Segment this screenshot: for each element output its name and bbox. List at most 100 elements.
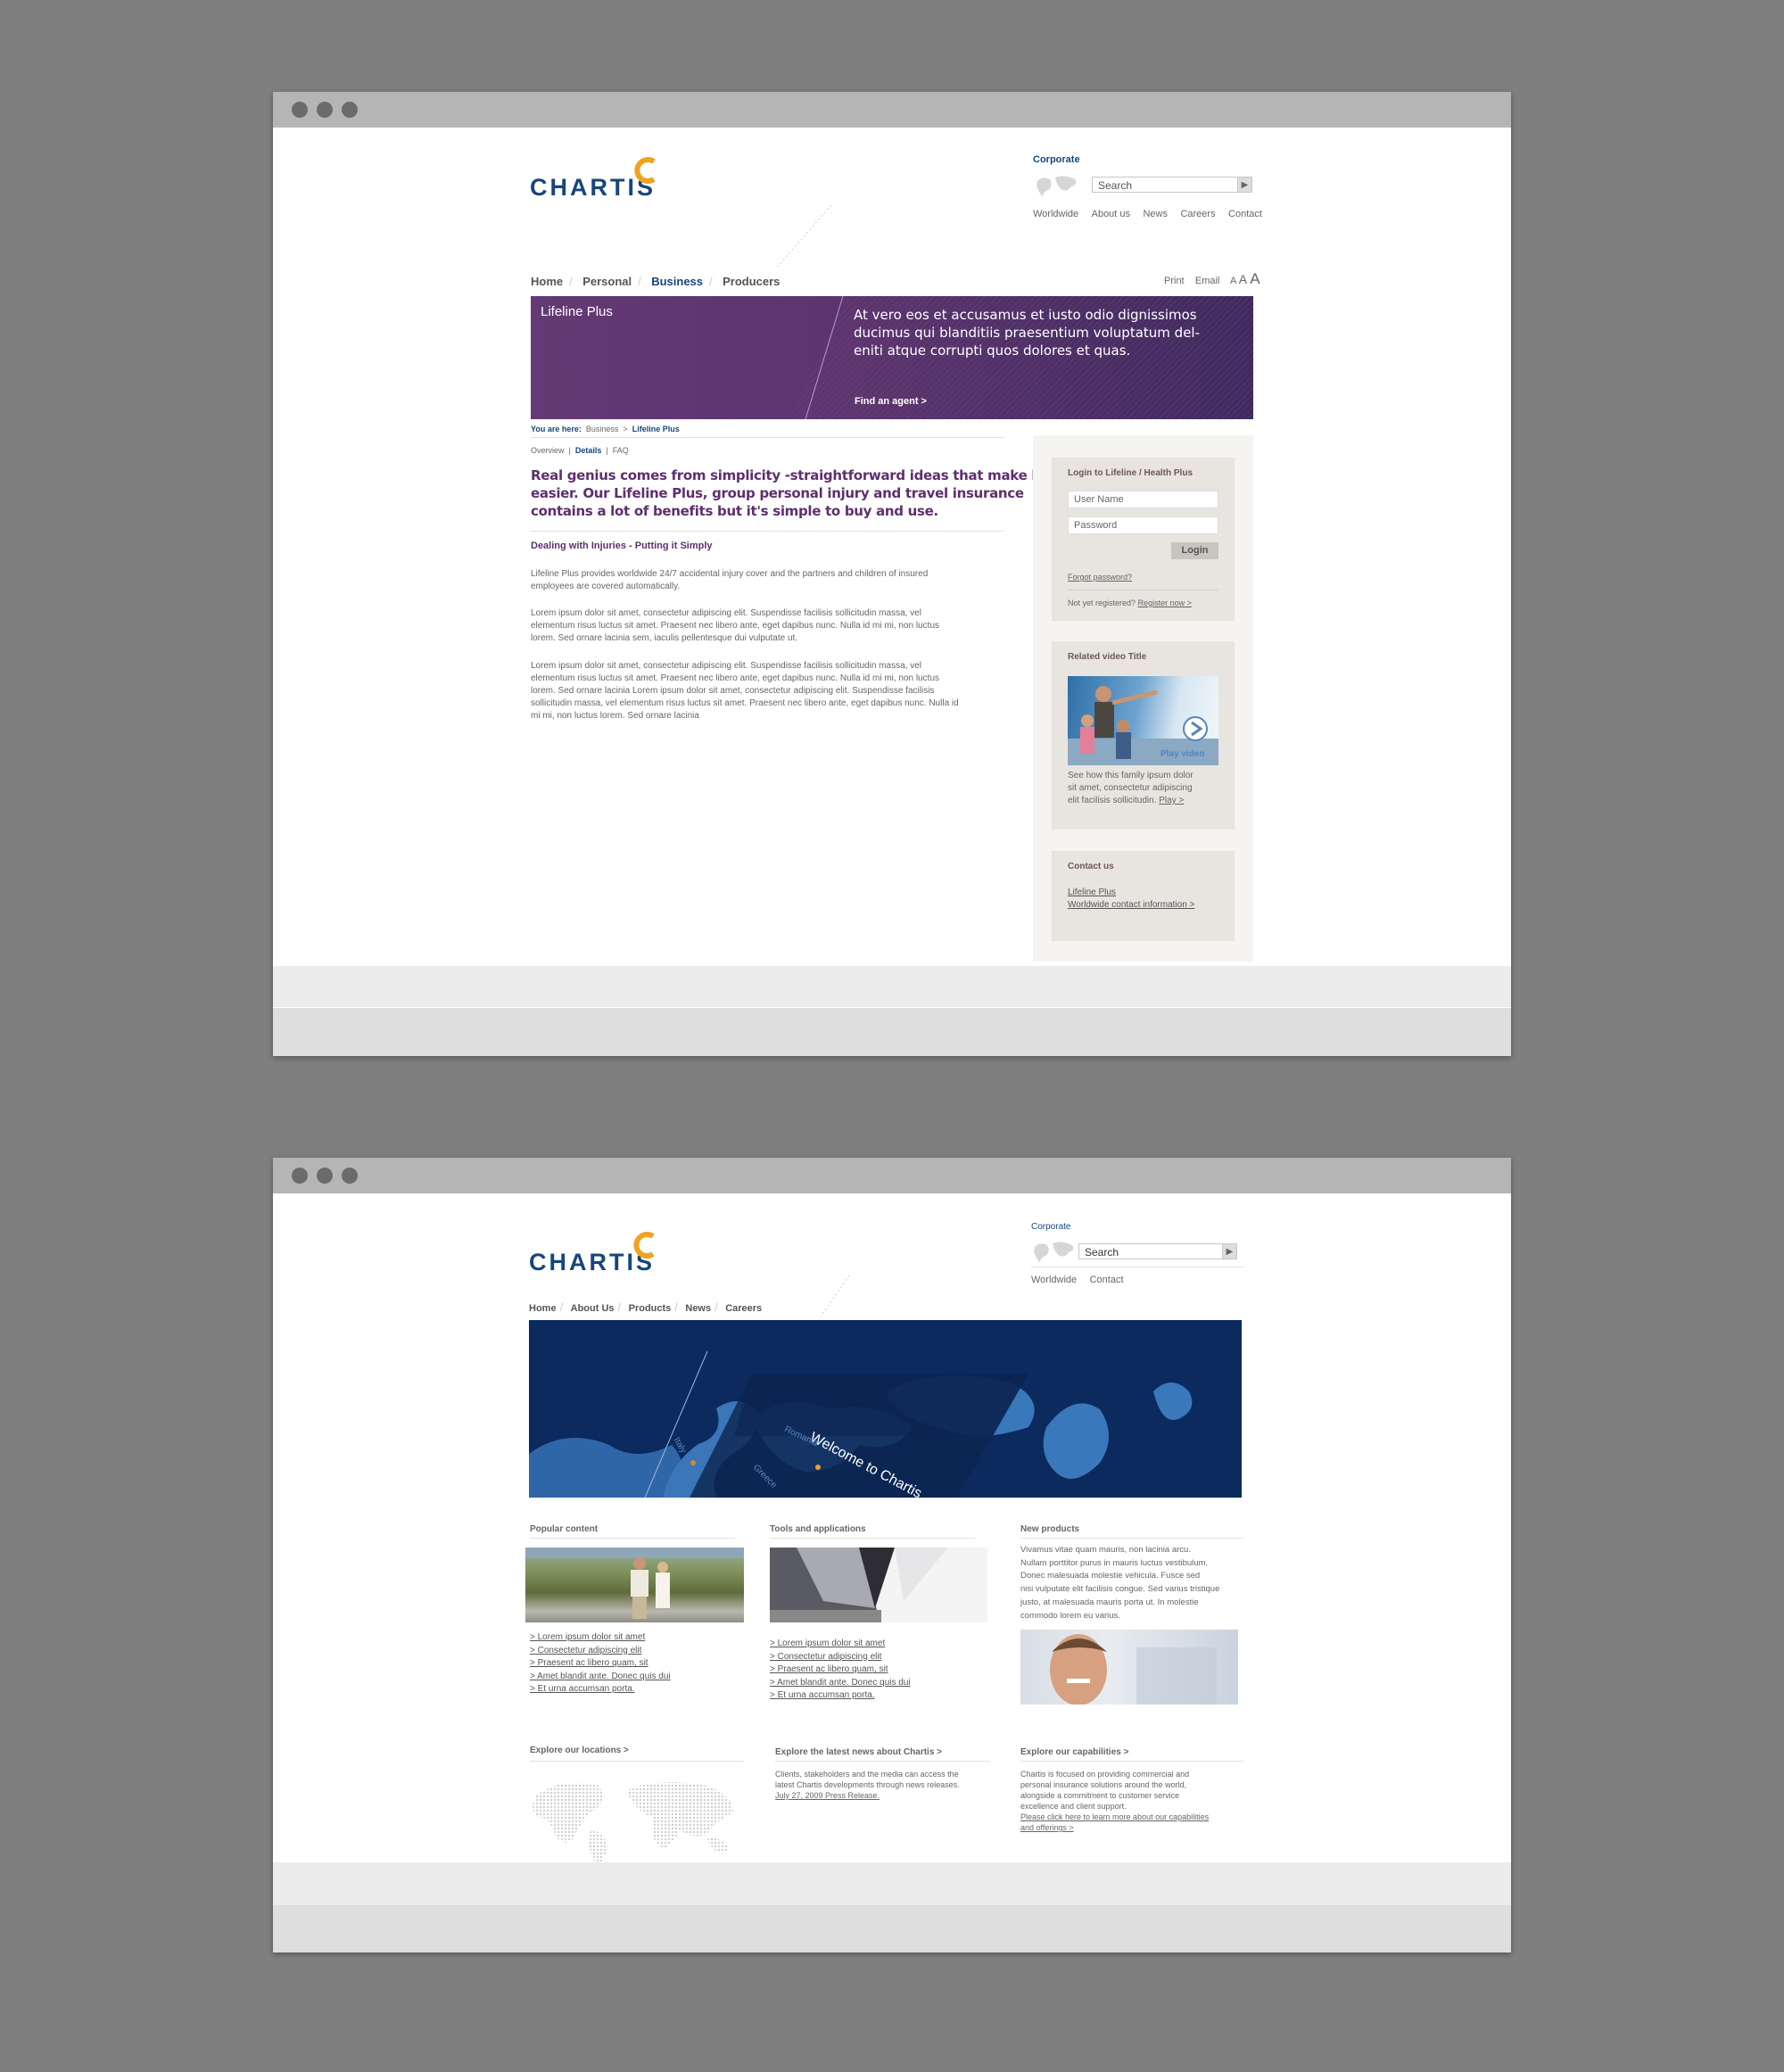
capabilities-more-link[interactable]: Please click here to learn more about ou… (1020, 1812, 1209, 1822)
top-link-worldwide[interactable]: Worldwide (1031, 1275, 1077, 1285)
tab-details[interactable]: Details (575, 446, 602, 455)
play-icon[interactable] (1182, 715, 1209, 742)
popular-content-title: Popular content (530, 1524, 599, 1534)
tools-link[interactable]: > Consectetur adipiscing elit (770, 1651, 911, 1664)
nav-about[interactable]: About Us (571, 1303, 615, 1314)
paragraph-1: Lifeline Plus provides worldwide 24/7 ac… (531, 569, 929, 591)
print-link[interactable]: Print (1164, 276, 1185, 286)
corporate-link[interactable]: Corporate (1033, 154, 1080, 165)
hero-banner: Welcome to Chartis Italy Romania Greece (529, 1320, 1242, 1498)
register-row: Not yet registered? Register now > (1068, 598, 1192, 607)
man-graphic (1050, 1634, 1217, 1705)
search-button[interactable]: ▶ (1222, 1243, 1237, 1259)
nav-home[interactable]: Home (531, 275, 563, 288)
nav-business[interactable]: Business (651, 275, 703, 288)
tools-link[interactable]: > Amet blandit ante. Donec quis dui (770, 1677, 911, 1690)
login-button[interactable]: Login (1171, 542, 1218, 559)
top-link-news[interactable]: News (1143, 209, 1168, 219)
man-photo[interactable] (1020, 1630, 1238, 1705)
top-link-contact[interactable]: Contact (1228, 209, 1262, 219)
logo-mark-icon (634, 157, 656, 184)
play-link[interactable]: Play > (1159, 796, 1184, 805)
main-nav: Home / Personal / Business / Producers (531, 275, 780, 288)
nav-personal[interactable]: Personal (582, 275, 632, 288)
corporate-link[interactable]: Corporate (1031, 1222, 1070, 1232)
contact-link-lifeline[interactable]: Lifeline Plus (1068, 887, 1194, 899)
top-links: Worldwide Contact (1031, 1271, 1133, 1287)
nav-news[interactable]: News (685, 1303, 711, 1314)
contact-link-worldwide[interactable]: Worldwide contact information > (1068, 899, 1194, 912)
hero-text: At vero eos et accusamus et iusto odio d… (854, 307, 1201, 359)
tools-link[interactable]: > Et urna accumsan porta. (770, 1689, 911, 1703)
chartis-logo[interactable]: CHARTIS (530, 157, 656, 202)
chartis-logo[interactable]: CHARTIS (529, 1232, 655, 1276)
tools-title: Tools and applications (770, 1524, 866, 1534)
register-link[interactable]: Register now > (1138, 598, 1192, 607)
tools-image[interactable] (770, 1548, 987, 1622)
nav-home[interactable]: Home (529, 1303, 557, 1314)
breadcrumb: You are here: Business > Lifeline Plus (531, 425, 680, 433)
find-agent-link[interactable]: Find an agent > (855, 396, 927, 407)
popular-links: > Lorem ipsum dolor sit amet > Consectet… (530, 1631, 671, 1696)
popular-link[interactable]: > Amet blandit ante. Donec quis dui (530, 1671, 671, 1684)
new-products-title: New products (1020, 1524, 1080, 1534)
popular-link[interactable]: > Et urna accumsan porta. (530, 1683, 671, 1696)
login-box: Login to Lifeline / Health Plus User Nam… (1052, 458, 1235, 621)
press-release-link[interactable]: July 27, 2009 Press Release. (775, 1790, 960, 1801)
text-size-small[interactable]: A (1230, 276, 1236, 286)
video-box: Related video Title Play video See how t… (1052, 641, 1235, 830)
nav-producers[interactable]: Producers (723, 275, 780, 288)
top-link-about[interactable]: About us (1092, 209, 1130, 219)
nav-careers[interactable]: Careers (725, 1303, 762, 1314)
popular-link[interactable]: > Consectetur adipiscing elit (530, 1645, 671, 1658)
password-input[interactable]: Password (1068, 516, 1218, 534)
window-control-minimize[interactable] (317, 1168, 333, 1184)
email-link[interactable]: Email (1195, 276, 1220, 286)
architecture-graphic (770, 1548, 948, 1622)
hero-banner: Lifeline Plus At vero eos et accusamus e… (531, 296, 1253, 419)
video-thumbnail[interactable]: Play video (1068, 676, 1218, 765)
window-control-maximize[interactable] (342, 1168, 358, 1184)
breadcrumb-business[interactable]: Business (586, 425, 619, 433)
tools-link[interactable]: > Lorem ipsum dolor sit amet (770, 1638, 911, 1651)
search-input[interactable]: Search (1078, 1243, 1228, 1259)
top-link-careers[interactable]: Careers (1180, 209, 1215, 219)
text-size-medium[interactable]: A (1239, 272, 1247, 286)
window-control-close[interactable] (292, 102, 308, 118)
tools-link[interactable]: > Praesent ac libero quam, sit (770, 1663, 911, 1677)
popular-link[interactable]: > Lorem ipsum dolor sit amet (530, 1631, 671, 1645)
capabilities-link[interactable]: Explore our capabilities > (1020, 1747, 1128, 1757)
capabilities-more-link-2[interactable]: and offerings > (1020, 1822, 1209, 1833)
locations-link[interactable]: Explore our locations > (530, 1746, 629, 1755)
top-link-worldwide[interactable]: Worldwide (1033, 209, 1078, 219)
tab-overview[interactable]: Overview (531, 446, 565, 455)
footer-bottom (273, 1008, 1511, 1056)
window-control-close[interactable] (292, 1168, 308, 1184)
forgot-password-link[interactable]: Forgot password? (1068, 573, 1132, 582)
footer-band (273, 966, 1511, 1007)
breadcrumb-current: Lifeline Plus (632, 425, 680, 433)
section-heading: Dealing with Injuries - Putting it Simpl… (531, 541, 713, 551)
window-control-maximize[interactable] (342, 102, 358, 118)
search-input[interactable]: Search (1092, 177, 1243, 193)
world-dot-map (533, 1782, 733, 1866)
username-input[interactable]: User Name (1068, 491, 1218, 508)
page-content: CHARTIS Corporate Search ▶ Worldwide Abo… (273, 128, 1511, 1056)
contact-box: Contact us Lifeline Plus Worldwide conta… (1052, 851, 1235, 941)
popular-link[interactable]: > Praesent ac libero quam, sit (530, 1657, 671, 1671)
search-button[interactable]: ▶ (1237, 177, 1252, 193)
page-tools: Print Email A A A (1164, 270, 1260, 288)
top-link-contact[interactable]: Contact (1090, 1275, 1124, 1285)
news-link[interactable]: Explore the latest news about Chartis > (775, 1747, 942, 1757)
title-bar (273, 1158, 1511, 1193)
decorative-diagonal (820, 1275, 850, 1317)
logo-mark-icon (633, 1232, 655, 1259)
couple-photo[interactable] (525, 1548, 744, 1622)
world-map-icon (1034, 1242, 1074, 1263)
text-size-large[interactable]: A (1250, 270, 1260, 287)
page-content: CHARTIS Corporate Search ▶ Worldwide Con… (273, 1193, 1511, 1952)
tab-faq[interactable]: FAQ (613, 446, 629, 455)
window-control-minimize[interactable] (317, 102, 333, 118)
tools-links: > Lorem ipsum dolor sit amet > Consectet… (770, 1638, 911, 1703)
nav-products[interactable]: Products (629, 1303, 672, 1314)
